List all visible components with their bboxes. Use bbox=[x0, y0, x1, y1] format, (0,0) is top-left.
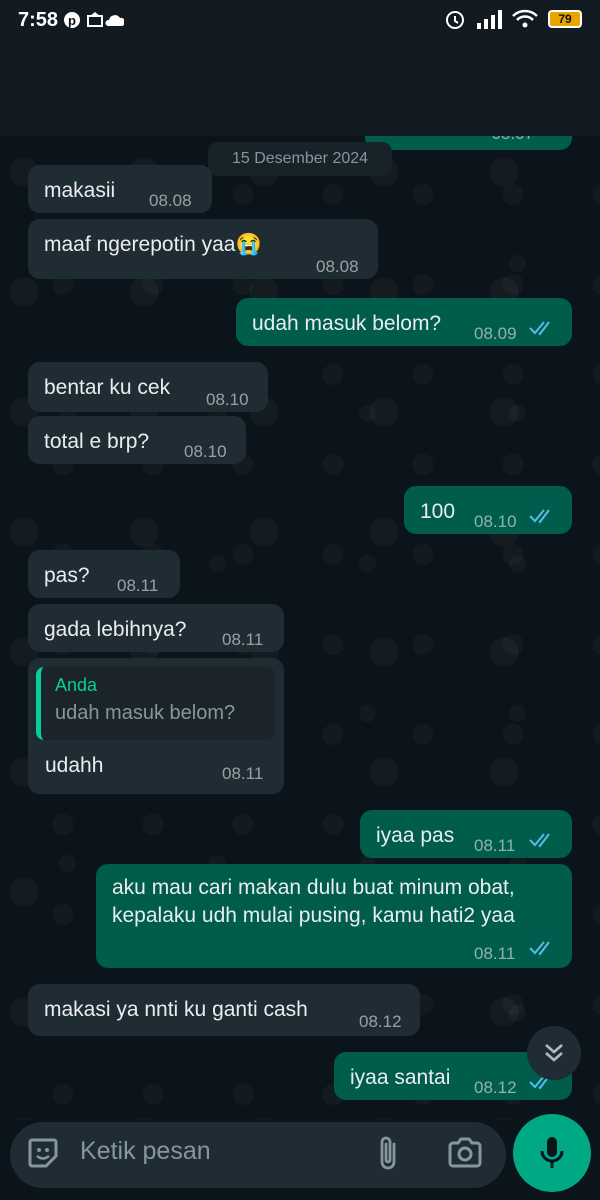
message-time: 08.09 bbox=[474, 324, 517, 343]
message-bubble-incoming[interactable]: maaf ngerepotin yaa😭 08.08 bbox=[28, 219, 378, 279]
message-text: aku mau cari makan dulu buat minum obat,… bbox=[112, 876, 515, 927]
message-time: 08.11 bbox=[222, 630, 264, 649]
message-text: makasii bbox=[44, 179, 116, 202]
status-time: 7:58 bbox=[18, 9, 59, 31]
attach-icon[interactable] bbox=[374, 1134, 402, 1172]
message-text: udah masuk belom? bbox=[252, 312, 442, 335]
date-chip: 15 Desember 2024 bbox=[208, 142, 392, 176]
read-ticks-icon bbox=[529, 321, 550, 336]
signal-icon bbox=[477, 10, 502, 29]
read-ticks-icon bbox=[529, 941, 550, 956]
message-text: gada lebihnya? bbox=[44, 618, 187, 641]
voice-record-button[interactable] bbox=[513, 1114, 591, 1192]
message-bubble-incoming[interactable]: gada lebihnya? 08.11 bbox=[28, 604, 284, 652]
quoted-message[interactable]: Anda udah masuk belom? bbox=[36, 667, 275, 740]
message-input-placeholder: Ketik pesan bbox=[80, 1137, 211, 1165]
message-text: 100 bbox=[420, 500, 456, 523]
message-bubble-incoming[interactable]: bentar ku cek 08.10 bbox=[28, 362, 268, 412]
crying-emoji-icon: 😭 bbox=[235, 233, 262, 256]
quote-author: Anda bbox=[55, 675, 98, 695]
message-time: 08.11 bbox=[474, 944, 516, 963]
message-text: bentar ku cek bbox=[44, 376, 171, 399]
message-text: iyaa pas bbox=[376, 824, 455, 847]
scroll-to-bottom-button[interactable] bbox=[527, 1026, 581, 1080]
message-time: 08.08 bbox=[149, 191, 192, 210]
message-bubble-outgoing[interactable]: aku mau cari makan dulu buat minum obat,… bbox=[96, 864, 572, 968]
status-notification-icons: p bbox=[64, 10, 126, 35]
message-time: 08.12 bbox=[359, 1012, 402, 1031]
message-bubble-incoming[interactable]: makasii 08.08 bbox=[28, 165, 212, 213]
wifi-icon bbox=[512, 9, 538, 28]
svg-text:p: p bbox=[68, 13, 76, 28]
message-time: 08.11 bbox=[117, 576, 159, 595]
message-time: 08.11 bbox=[222, 764, 264, 783]
message-bubble-outgoing[interactable]: iyaa pas 08.11 bbox=[360, 810, 572, 858]
message-text: total e brp? bbox=[44, 430, 150, 453]
message-bubble-outgoing[interactable]: udah masuk belom? 08.09 bbox=[236, 298, 572, 346]
quote-text: udah masuk belom? bbox=[55, 702, 236, 724]
message-text: pas? bbox=[44, 564, 90, 587]
message-time: 08.10 bbox=[184, 442, 227, 461]
mic-icon bbox=[540, 1137, 564, 1168]
message-text: iyaa santai bbox=[350, 1066, 451, 1089]
message-text: makasi ya nnti ku ganti cash bbox=[44, 998, 308, 1021]
message-time: 08.10 bbox=[206, 390, 249, 409]
message-time: 08.12 bbox=[474, 1078, 517, 1097]
message-time: 08.11 bbox=[474, 836, 516, 855]
emoji-sticker-icon[interactable] bbox=[26, 1136, 60, 1170]
alarm-icon bbox=[446, 11, 464, 29]
read-ticks-icon bbox=[529, 833, 550, 848]
status-bar: 7:58 p 79 bbox=[0, 0, 600, 40]
message-bubble-incoming[interactable]: total e brp? 08.10 bbox=[28, 416, 246, 464]
message-time: 08.10 bbox=[474, 512, 517, 531]
read-ticks-icon bbox=[529, 509, 550, 524]
scroll-down-icon bbox=[545, 1044, 563, 1062]
message-text: maaf ngerepotin yaa bbox=[44, 233, 236, 256]
message-bubble-outgoing[interactable]: 100 08.10 bbox=[404, 486, 572, 534]
message-bubble-incoming[interactable]: makasi ya nnti ku ganti cash 08.12 bbox=[28, 984, 420, 1036]
battery-indicator: 79 bbox=[548, 10, 582, 28]
message-bubble-incoming[interactable]: pas? 08.11 bbox=[28, 550, 180, 598]
camera-icon[interactable] bbox=[447, 1136, 483, 1170]
message-text: udahh bbox=[45, 754, 104, 777]
message-time: 08.08 bbox=[316, 257, 359, 276]
